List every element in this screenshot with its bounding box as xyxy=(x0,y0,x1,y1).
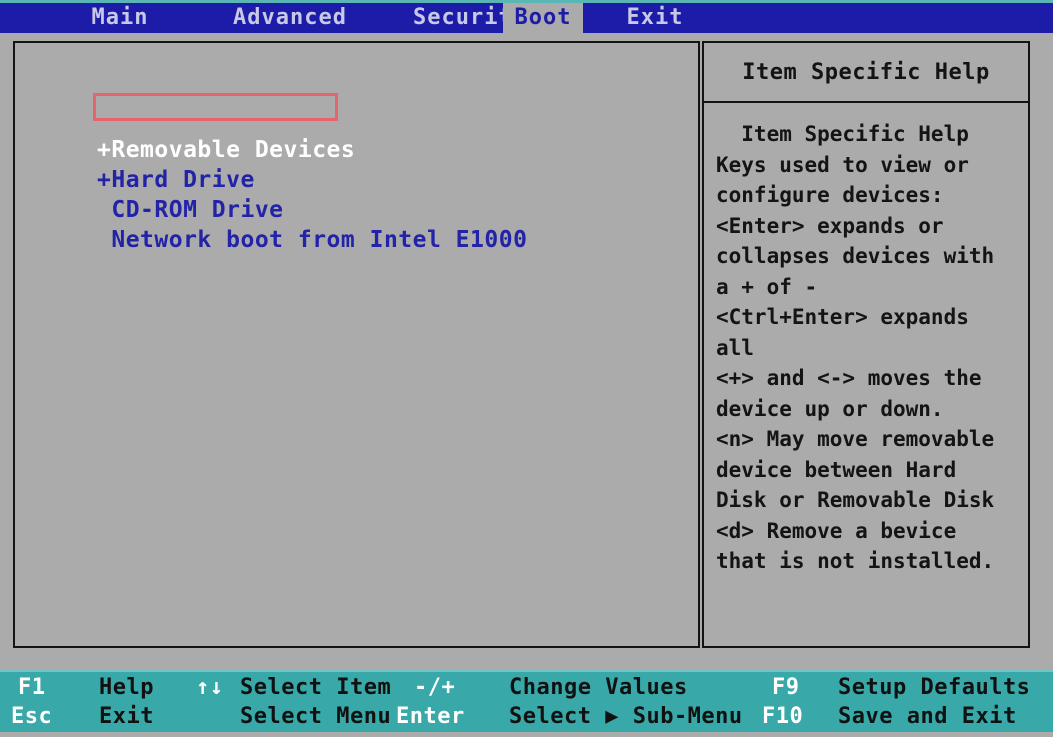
shortcut-desc-save-and-exit: Save and Exit xyxy=(838,704,1017,729)
boot-list-item-network-boot[interactable]: Network boot from Intel E1000 xyxy=(97,225,527,255)
help-line: a + of - xyxy=(716,274,818,299)
menu-bar: Main Advanced Security Boot Exit xyxy=(0,0,1053,33)
help-panel-title: Item Specific Help xyxy=(704,43,1028,103)
item-specific-help-panel: Item Specific Help Item Specific Help Ke… xyxy=(702,41,1030,648)
help-line: <n> May move removable xyxy=(716,427,995,451)
boot-device-list: +Removable Devices +Hard Drive CD-ROM Dr… xyxy=(97,135,527,255)
shortcut-desc-setup-defaults: Setup Defaults xyxy=(838,675,1031,700)
help-line: that is not installed. xyxy=(716,549,995,573)
tab-main[interactable]: Main xyxy=(40,3,200,33)
shortcut-key-f1: F1 xyxy=(18,675,46,700)
shortcut-key-esc: Esc xyxy=(11,704,53,729)
boot-list-item-cdrom-drive[interactable]: CD-ROM Drive xyxy=(97,195,527,225)
help-line: Item Specific Help xyxy=(716,122,969,146)
help-panel-body: Item Specific Help Keys used to view or … xyxy=(704,105,1028,577)
help-line: device up or down. xyxy=(716,396,944,421)
shortcut-desc-help: Help xyxy=(99,675,154,700)
shortcut-desc-select-sub-menu: Select ▶ Sub-Menu xyxy=(509,704,743,729)
tab-exit[interactable]: Exit xyxy=(595,3,715,33)
shortcut-key-f9: F9 xyxy=(772,675,800,700)
shortcut-desc-select-menu: Select Menu xyxy=(240,704,392,729)
help-line: <Ctrl+Enter> expands xyxy=(716,305,969,329)
shortcut-key-enter: Enter xyxy=(396,704,465,729)
help-line: all xyxy=(716,335,754,360)
boot-list-item-hard-drive[interactable]: +Hard Drive xyxy=(97,165,527,195)
tab-advanced[interactable]: Advanced xyxy=(200,3,380,33)
shortcut-key-minus-plus: -/+ xyxy=(414,675,456,700)
shortcut-desc-exit: Exit xyxy=(99,704,154,729)
status-bar-top-accent xyxy=(0,670,1053,672)
shortcut-key-arrows: ↑↓ xyxy=(196,675,224,700)
help-line: Keys used to view or xyxy=(716,152,969,177)
shortcut-desc-select-item: Select Item xyxy=(240,675,392,700)
shortcut-key-f10: F10 xyxy=(762,704,804,729)
shortcut-desc-change-values: Change Values xyxy=(509,675,688,700)
help-line: collapses devices with xyxy=(716,244,995,268)
boot-list-item-removable-devices[interactable]: +Removable Devices xyxy=(97,135,527,165)
help-line: device between Hard xyxy=(716,457,957,482)
help-line: configure devices: xyxy=(716,183,944,207)
help-line: <Enter> expands or xyxy=(716,213,944,238)
tab-boot[interactable]: Boot xyxy=(503,3,583,33)
boot-order-panel: +Removable Devices +Hard Drive CD-ROM Dr… xyxy=(13,41,700,648)
status-bar: F1 Help ↑↓ Select Item -/+ Change Values… xyxy=(0,670,1053,732)
help-line: <d> Remove a bevice xyxy=(716,518,957,543)
bios-setup-screen: Main Advanced Security Boot Exit +Remova… xyxy=(0,0,1053,737)
help-line: <+> and <-> moves the xyxy=(716,366,982,390)
help-line: Disk or Removable Disk xyxy=(716,488,995,512)
